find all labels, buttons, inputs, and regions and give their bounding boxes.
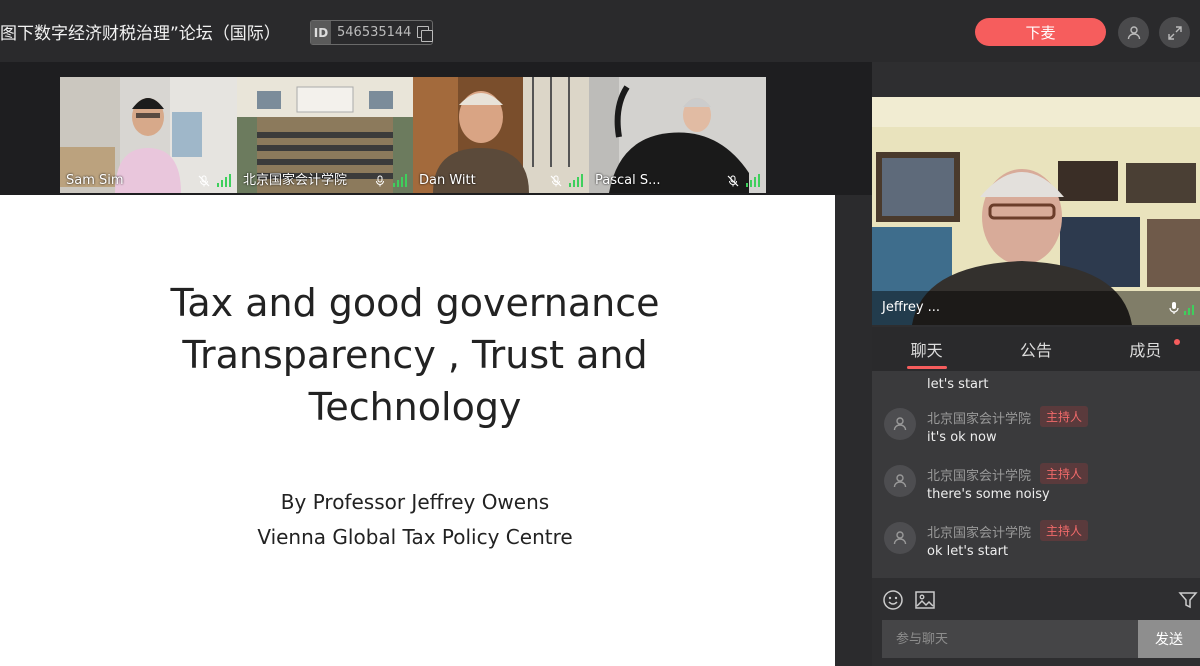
host-badge: 主持人: [1040, 520, 1089, 541]
chat-message-text: let's start: [927, 377, 989, 392]
emoji-icon[interactable]: [882, 589, 904, 611]
chat-input[interactable]: [882, 620, 1138, 658]
chat-messages[interactable]: let's start 北京国家会计学院 主持人 it's ok now 北京国…: [872, 371, 1200, 578]
user-icon: [893, 474, 907, 488]
chat-sender: 北京国家会计学院: [927, 526, 1032, 541]
meeting-id-number: 546535144: [337, 25, 412, 40]
video-tile[interactable]: 北京国家会计学院: [237, 77, 413, 193]
signal-bars-icon: [217, 174, 231, 187]
video-tile[interactable]: Sam Sim: [60, 77, 237, 193]
id-label: ID: [311, 21, 331, 44]
expand-button[interactable]: [1159, 17, 1190, 48]
leave-mic-button[interactable]: 下麦: [975, 18, 1106, 46]
avatar: [884, 408, 916, 440]
user-icon: [1127, 25, 1140, 39]
host-badge: 主持人: [1040, 463, 1089, 484]
notification-dot: [1173, 339, 1180, 345]
signal-bars-icon: [569, 174, 583, 187]
active-speaker-video[interactable]: Jeffrey ...: [872, 97, 1200, 325]
participant-video-strip: Sam Sim 北京国家会计学院 Dan Witt Pascal S...: [0, 62, 872, 195]
video-tile[interactable]: Pascal S...: [589, 77, 766, 193]
divider: [835, 195, 872, 666]
meeting-title: 图下数字经济财税治理”论坛（国际）: [0, 24, 281, 44]
participant-name: Pascal S...: [595, 173, 661, 188]
chat-message-text: there's some noisy: [927, 487, 1050, 502]
host-badge: 主持人: [1040, 406, 1089, 427]
tab-members[interactable]: 成员: [1091, 327, 1200, 371]
participant-name: Dan Witt: [419, 173, 476, 188]
panel-tabs: 聊天 公告 成员: [872, 327, 1200, 371]
mic-icon: [1169, 302, 1179, 314]
tab-chat[interactable]: 聊天: [872, 327, 981, 371]
expand-icon: [1167, 25, 1182, 40]
avatar: [884, 522, 916, 554]
meeting-id-box[interactable]: ID 546535144: [310, 20, 434, 45]
video-tile[interactable]: Dan Witt: [413, 77, 589, 193]
signal-bars-icon: [393, 174, 407, 187]
send-button[interactable]: 发送: [1138, 620, 1200, 658]
chat-message-text: ok let's start: [927, 544, 1009, 559]
chat-toolbar: [872, 578, 1200, 620]
mic-muted-icon: [198, 175, 210, 187]
chat-sender: 北京国家会计学院: [927, 469, 1032, 484]
participant-name: 北京国家会计学院: [243, 173, 348, 188]
copy-icon[interactable]: [417, 25, 434, 42]
side-panel: Jeffrey ... 聊天 公告 成员 let's start 北京国家会计学…: [872, 62, 1200, 666]
tab-announcement[interactable]: 公告: [981, 327, 1090, 371]
mic-muted-icon: [550, 175, 562, 187]
chat-message-text: it's ok now: [927, 430, 997, 445]
mic-icon: [376, 175, 384, 187]
signal-bars-icon: [1184, 305, 1194, 315]
chat-sender: 北京国家会计学院: [927, 412, 1032, 427]
participant-name: Sam Sim: [66, 173, 124, 188]
signal-bars-icon: [746, 174, 760, 187]
slide-subtitle: By Professor Jeffrey Owens Vienna Global…: [257, 490, 573, 549]
filter-icon[interactable]: [1178, 589, 1200, 611]
user-icon: [893, 417, 907, 431]
user-button[interactable]: [1118, 17, 1149, 48]
top-bar: 图下数字经济财税治理”论坛（国际） ID 546535144 下麦: [0, 0, 1200, 62]
slide-title: Tax and good governance Transparency , T…: [170, 281, 660, 429]
speaker-name: Jeffrey ...: [882, 300, 941, 315]
image-icon[interactable]: [914, 589, 936, 611]
presentation-slide: Tax and good governance Transparency , T…: [0, 195, 835, 666]
avatar: [884, 465, 916, 497]
user-icon: [893, 531, 907, 545]
chat-input-row: 发送: [872, 620, 1200, 666]
video-feed-image: [872, 97, 1200, 325]
mic-muted-icon: [727, 175, 739, 187]
